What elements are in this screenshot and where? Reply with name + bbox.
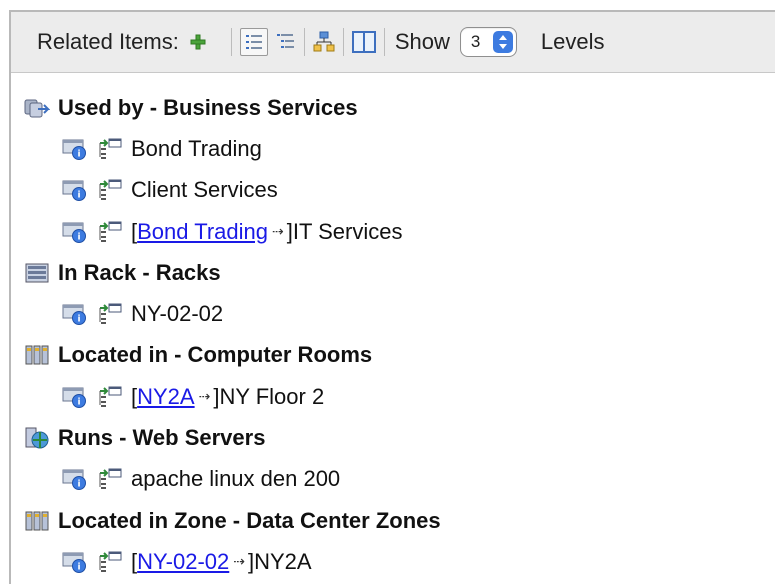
related-items-label: Related Items: [37, 29, 179, 54]
item-label: ]NY Floor 2 [213, 383, 325, 409]
relationship-icon[interactable] [97, 302, 123, 326]
item-info-icon[interactable]: i [61, 550, 91, 574]
related-items-view: ▪▪▪▪▪ ▪▪▪▪▪ ▪▪ Related Items: [0, 0, 777, 584]
item-info-icon[interactable]: i [61, 467, 91, 491]
svg-text:i: i [77, 397, 80, 407]
related-items-tree: Used by - Business Services i Bond Trading… [11, 73, 775, 584]
data-center-zone-icon [24, 510, 50, 532]
group-title: Located in Zone - Data Center Zones [58, 507, 441, 533]
levels-select[interactable]: 3 [459, 27, 517, 57]
toolbar-separator [303, 28, 305, 56]
group-header[interactable]: In Rack - Racks [11, 252, 775, 293]
related-item[interactable]: i NY-02-02 [11, 293, 775, 334]
group-title: Runs - Web Servers [58, 425, 266, 451]
item-label: apache linux den 200 [131, 466, 341, 492]
item-info-icon[interactable]: i [61, 220, 91, 244]
group-header[interactable]: Located in - Computer Rooms [11, 335, 775, 376]
web-server-icon [24, 427, 50, 449]
item-info-icon[interactable]: i [61, 385, 91, 409]
relationship-icon[interactable] [97, 137, 123, 161]
business-services-icon [24, 97, 50, 119]
toolbar-separator [230, 28, 232, 56]
svg-text:i: i [77, 149, 80, 159]
item-label: Client Services [131, 177, 278, 203]
svg-text:i: i [77, 480, 80, 490]
item-info-icon[interactable]: i [61, 137, 91, 161]
item-info-icon[interactable]: i [61, 302, 91, 326]
svg-text:i: i [77, 191, 80, 201]
columns-icon [351, 31, 376, 53]
toolbar-separator [383, 28, 385, 56]
related-items-panel: Related Items: Show 3 Levels Used by - B… [9, 10, 775, 584]
related-item[interactable]: i[NY2A ⇢]NY Floor 2 [11, 376, 775, 417]
cropped-heading-glyphs: ▪▪▪▪▪ ▪▪▪▪▪ ▪▪ [0, 0, 149, 8]
hierarchy-view-button[interactable] [313, 31, 335, 53]
relationship-icon[interactable] [97, 220, 123, 244]
item-label: ]NY2A [248, 548, 312, 574]
plus-icon [190, 34, 206, 50]
split-view-button[interactable] [351, 31, 376, 53]
parent-link[interactable]: NY-02-02 [137, 549, 229, 575]
indented-view-button[interactable] [276, 32, 296, 52]
related-item[interactable]: i[NY-02-02 ⇢]NY2A [11, 541, 775, 582]
parent-link[interactable]: Bond Trading [137, 219, 268, 245]
add-relation-button[interactable] [189, 33, 207, 51]
relationship-icon[interactable] [97, 550, 123, 574]
stepper-arrows-icon[interactable] [492, 31, 513, 53]
svg-text:i: i [77, 315, 80, 325]
toolbar-separator [342, 28, 344, 56]
parent-link[interactable]: NY2A [137, 384, 194, 410]
item-label: ]IT Services [286, 218, 403, 244]
computer-room-icon [24, 344, 50, 366]
levels-value: 3 [470, 32, 481, 51]
rack-icon [24, 262, 50, 284]
path-arrow-icon: ⇢ [272, 223, 284, 240]
path-arrow-icon: ⇢ [198, 388, 211, 405]
cropped-heading-strip: ▪▪▪▪▪ ▪▪▪▪▪ ▪▪ [0, 0, 777, 10]
related-item[interactable]: i[Bond Trading ⇢]IT Services [11, 211, 775, 252]
group-title: Located in - Computer Rooms [58, 342, 373, 368]
toolbar: Related Items: Show 3 Levels [11, 12, 775, 73]
group-title: In Rack - Racks [58, 259, 221, 285]
group-header[interactable]: Used by - Business Services [11, 87, 775, 128]
item-info-icon[interactable]: i [61, 178, 91, 202]
indented-list-icon [276, 34, 294, 48]
path-arrow-icon: ⇢ [233, 553, 245, 570]
list-view-button[interactable] [239, 28, 268, 56]
levels-label: Levels [540, 29, 605, 54]
svg-text:i: i [77, 562, 80, 572]
show-label: Show [394, 29, 450, 54]
item-label: Bond Trading [131, 135, 262, 161]
list-view-icon [245, 35, 262, 49]
group-title: Used by - Business Services [58, 94, 358, 120]
up-down-arrows-icon [498, 35, 507, 49]
group-header[interactable]: Runs - Web Servers [11, 417, 775, 458]
relationship-icon[interactable] [97, 385, 123, 409]
hierarchy-icon [313, 31, 335, 52]
relationship-icon[interactable] [97, 178, 123, 202]
related-item[interactable]: i apache linux den 200 [11, 459, 775, 500]
group-header[interactable]: Located in Zone - Data Center Zones [11, 500, 775, 541]
related-item[interactable]: i Client Services [11, 170, 775, 211]
item-label: NY-02-02 [131, 301, 224, 327]
svg-text:i: i [77, 232, 80, 242]
relationship-icon[interactable] [97, 467, 123, 491]
related-item[interactable]: i Bond Trading [11, 128, 775, 169]
